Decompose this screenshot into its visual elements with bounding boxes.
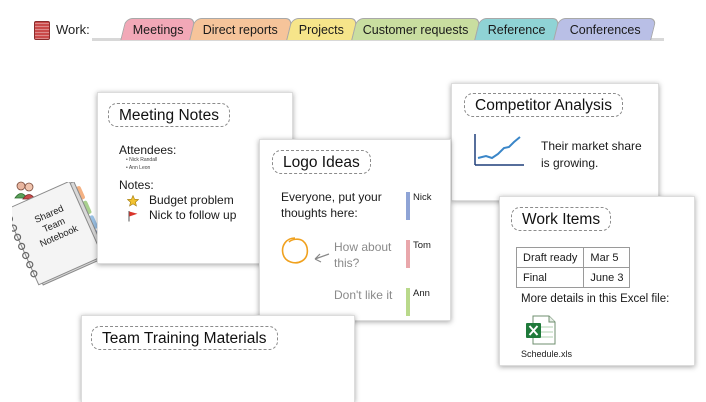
page-logo-ideas[interactable]: Logo Ideas Everyone, put your thoughts h… — [259, 139, 451, 321]
note-item: Nick to follow up — [149, 208, 237, 222]
prompt-text: thoughts here: — [281, 206, 358, 220]
notebook-icon[interactable] — [34, 21, 50, 40]
question-text: How about — [334, 240, 392, 254]
details-text: More details in this Excel file: — [521, 293, 670, 305]
work-items-table: Draft ready Mar 5 Final June 3 — [515, 247, 631, 288]
competitor-text: Their market share — [541, 139, 642, 153]
attendee-item: • Ann Leon — [126, 165, 151, 171]
table-row: Final June 3 — [515, 267, 631, 288]
author-bar-ann — [406, 288, 410, 316]
page-competitor-analysis[interactable]: Competitor Analysis Their market share i… — [451, 83, 659, 201]
author-bar-nick — [406, 192, 410, 220]
tab-conferences[interactable]: Conferences — [553, 18, 657, 40]
tab-meetings[interactable]: Meetings — [120, 18, 196, 40]
author-label: Nick — [413, 192, 432, 203]
page-title: Work Items — [511, 207, 612, 231]
attendees-label: Attendees: — [119, 143, 177, 157]
page-work-items[interactable]: Work Items Draft ready Mar 5 Final June … — [499, 196, 695, 366]
reply-text: Don't like it — [334, 288, 393, 302]
page-title: Logo Ideas — [272, 150, 371, 174]
tab-customer-requests[interactable]: Customer requests — [351, 18, 481, 40]
table-cell: June 3 — [583, 267, 631, 288]
page-title: Competitor Analysis — [464, 93, 623, 117]
table-cell: Final — [515, 267, 585, 288]
page-title: Meeting Notes — [108, 103, 230, 127]
growth-chart-icon — [472, 132, 526, 173]
notes-label: Notes: — [119, 178, 154, 192]
prompt-text: Everyone, put your — [281, 190, 382, 204]
excel-file-icon[interactable] — [525, 315, 557, 350]
author-label: Ann — [413, 288, 430, 299]
arrow-left-icon — [312, 250, 330, 268]
author-label: Tom — [413, 240, 431, 251]
file-name[interactable]: Schedule.xls — [521, 349, 572, 359]
notebook-label[interactable]: Work: — [56, 22, 90, 37]
tab-reference[interactable]: Reference — [474, 18, 560, 40]
page-title: Team Training Materials — [91, 326, 278, 350]
competitor-text: is growing. — [541, 156, 599, 170]
author-bar-tom — [406, 240, 410, 268]
sketch-circle-icon — [278, 234, 312, 273]
flag-icon — [127, 209, 139, 227]
tab-projects[interactable]: Projects — [286, 18, 358, 40]
attendee-item: • Nick Randall — [126, 157, 158, 163]
note-item: Budget problem — [149, 193, 234, 207]
page-team-training[interactable]: Team Training Materials — [81, 315, 355, 402]
table-cell: Mar 5 — [583, 247, 631, 268]
table-row: Draft ready Mar 5 — [515, 247, 631, 268]
tab-direct-reports[interactable]: Direct reports — [189, 18, 293, 40]
table-cell: Draft ready — [515, 247, 585, 268]
question-text: this? — [334, 256, 360, 270]
